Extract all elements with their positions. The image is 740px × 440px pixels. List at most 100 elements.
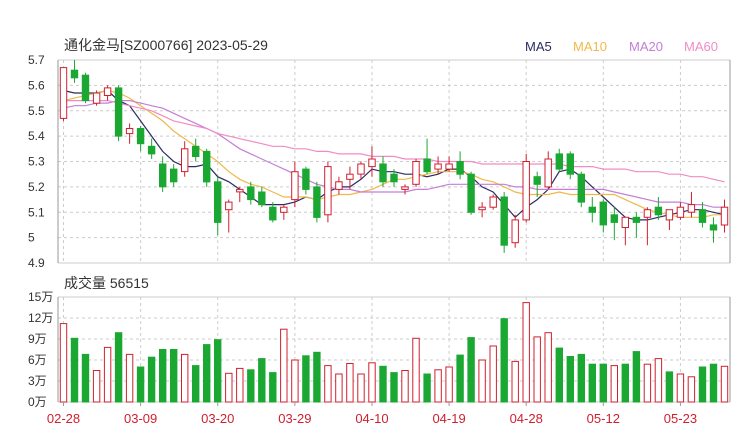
price-tick-label: 5.7 [28,53,45,67]
ma-line-ma10 [63,89,725,218]
candle-body [170,168,178,183]
candle-body [643,209,652,218]
volume-bar [181,353,189,403]
candle-body [654,206,663,216]
volume-bar [709,363,718,403]
candle-body [203,150,211,183]
volume-bar [588,363,596,403]
volume-bar [313,351,321,403]
price-tick-label: 5 [28,231,35,245]
date-tick-label: 04-28 [510,411,543,426]
candle-body [324,166,332,216]
volume-panel: 15万 12万 9万 6万 3万 0万 [28,290,731,409]
candle-body [478,206,486,211]
date-tick-label: 02-28 [47,411,80,426]
volume-bar [500,318,508,403]
candle-body [280,206,288,213]
candle-body [665,209,674,221]
candle-body [709,224,718,231]
volume-bar [478,359,486,403]
candle-body [577,173,585,203]
stock-chart: 通化金马[SZ000766] 2023-05-29 MA5 MA10 MA20 … [28,37,731,426]
volume-bar [654,358,663,403]
candle-body [269,206,277,221]
candle-body [379,163,387,183]
candle-body [456,161,464,175]
candle-body [401,186,409,190]
volume-bar [555,347,563,403]
volume-bar [125,353,134,403]
candle-body [214,181,222,223]
volume-bar [720,365,729,403]
volume-tick-label: 3万 [28,374,47,388]
volume-bar [610,365,618,403]
price-panel: 5.7 5.6 5.5 5.4 5.3 5.2 5.1 5 4.9 [28,53,731,270]
candle-body [566,153,574,175]
volume-bar [280,328,288,403]
price-tick-label: 5.3 [28,155,45,169]
volume-tick-label: 15万 [28,290,53,304]
date-tick-label: 03-20 [201,411,234,426]
candle-body [103,87,112,97]
legend-ma20: MA20 [629,39,663,54]
volume-bar [357,373,365,403]
volume-bar [698,366,707,403]
volume-bar [291,359,299,403]
volume-bar [103,346,112,403]
candle-body [357,163,365,175]
candle-body [236,188,244,193]
candle-body [390,173,398,183]
volume-bar [236,367,244,403]
candle-body [412,161,420,185]
volume-title: 成交量 56515 [64,275,149,291]
candle-body [544,158,552,188]
candle-body [368,158,376,168]
price-tick-label: 4.9 [28,256,45,270]
candle-body [676,206,685,218]
date-tick-label: 04-19 [432,411,465,426]
candle-body [346,173,354,180]
volume-bar [412,337,420,403]
volume-bar [159,349,167,403]
candle-body [258,191,266,206]
price-tick-label: 5.6 [28,78,45,92]
volume-bar [368,362,376,403]
price-tick-label: 5.2 [28,180,45,194]
candle-body [313,186,321,218]
volume-bar [522,302,530,403]
candle-body [500,196,508,246]
volume-bar [335,373,343,403]
volume-bar [445,366,453,403]
volume-bar [687,376,696,403]
candle-body [434,163,442,170]
volume-bar [577,353,585,403]
candle-body [291,171,299,201]
candle-body [147,145,156,155]
volume-bar [456,354,464,403]
volume-tick-label: 12万 [28,311,53,325]
date-tick-label: 05-23 [664,411,697,426]
volume-bar [544,332,552,403]
volume-bar [401,370,409,403]
candle-body [621,216,629,229]
date-tick-label: 03-09 [124,411,157,426]
legend-ma60: MA60 [684,39,718,54]
volume-bar [214,339,222,403]
candle-body [181,148,189,173]
candle-body [511,219,519,244]
volume-bar [489,345,497,403]
volume-bar [258,358,266,403]
candle-body [445,163,453,170]
chart-title: 通化金马[SZ000766] 2023-05-29 [64,37,268,53]
volume-bar [225,372,233,403]
volume-bar [533,336,541,403]
date-tick-label: 05-12 [587,411,620,426]
volume-bar [192,365,200,403]
volume-bar [599,363,607,403]
volume-bar [136,366,145,403]
candle-body [125,128,134,135]
candle-body [588,206,596,213]
candle-body [720,206,729,226]
volume-tick-label: 0万 [28,395,47,409]
volume-tick-label: 9万 [28,332,47,346]
